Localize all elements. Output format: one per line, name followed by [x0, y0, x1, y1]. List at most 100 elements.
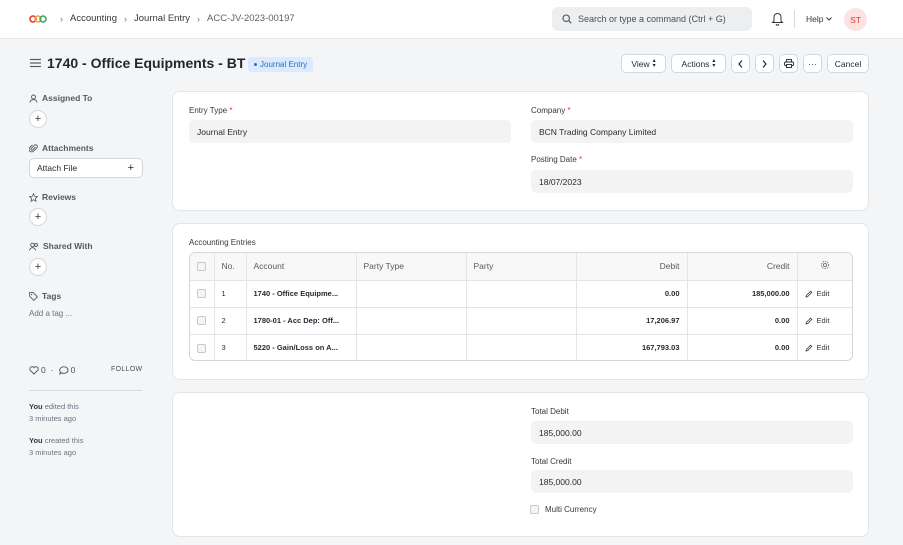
print-button[interactable] [779, 54, 798, 73]
column-header-no: No. [214, 253, 247, 281]
pencil-icon [804, 290, 812, 298]
row-party[interactable] [466, 280, 577, 308]
row-debit[interactable]: 17,206.97 [576, 307, 688, 335]
posting-date-label: Posting Date * [531, 155, 582, 164]
entry-details-section: Entry Type * Journal Entry Company * BCN… [172, 91, 869, 211]
add-share-button[interactable]: + [29, 258, 47, 276]
chevron-right-icon [762, 59, 767, 68]
multi-currency-checkbox[interactable]: Multi Currency [530, 505, 597, 514]
accounting-entries-table: No. Account Party Type Party Debit Credi… [189, 252, 853, 361]
row-account[interactable]: 1740 - Office Equipme... [246, 280, 357, 308]
actions-button[interactable]: Actions ▴ ▾ [671, 54, 726, 73]
total-credit-field[interactable]: 185,000.00 [531, 470, 853, 493]
chevron-down-icon [826, 17, 833, 21]
row-checkbox[interactable] [190, 307, 215, 335]
row-credit[interactable]: 185,000.00 [687, 280, 798, 308]
column-header-party-type: Party Type [356, 253, 467, 281]
row-edit-button[interactable]: Edit [797, 280, 852, 308]
row-debit[interactable]: 167,793.03 [576, 334, 688, 360]
select-all-checkbox[interactable] [190, 253, 215, 281]
row-credit[interactable]: 0.00 [687, 334, 798, 360]
next-button[interactable] [755, 54, 774, 73]
navbar: › Accounting › Journal Entry › ACC-JV-20… [0, 0, 903, 39]
entry-type-field[interactable]: Journal Entry [189, 120, 511, 143]
company-label-text: Company [531, 106, 566, 115]
required-mark: * [579, 155, 583, 164]
sidebar-divider [29, 390, 142, 391]
comment-icon[interactable] [58, 365, 69, 375]
row-party-type[interactable] [356, 334, 467, 360]
posting-date-label-text: Posting Date [531, 155, 577, 164]
row-account[interactable]: 1780-01 - Acc Dep: Off... [246, 307, 357, 335]
search-input[interactable]: Search or type a command (Ctrl + G) [552, 7, 752, 31]
row-credit[interactable]: 0.00 [687, 307, 798, 335]
row-party-type[interactable] [356, 280, 467, 308]
row-debit[interactable]: 0.00 [576, 280, 688, 308]
add-assignee-button[interactable]: + [29, 110, 47, 128]
attachments-label: Attachments [42, 143, 94, 153]
cancel-button-label: Cancel [834, 58, 862, 69]
breadcrumb-document[interactable]: ACC-JV-2023-00197 [207, 13, 295, 24]
row-account[interactable]: 5220 - Gain/Loss on A... [246, 334, 357, 360]
help-dropdown[interactable]: Help [806, 14, 833, 24]
add-tag-link[interactable]: Add a tag ... [29, 309, 72, 318]
activity-time: 3 minutes ago [29, 448, 77, 457]
edit-label: Edit [816, 343, 830, 353]
previous-button[interactable] [731, 54, 750, 73]
select-arrows-icon: ▴ ▾ [652, 57, 656, 69]
tags-heading: Tags [29, 291, 61, 301]
breadcrumb: › Accounting › Journal Entry › ACC-JV-20… [53, 13, 295, 24]
row-party[interactable] [466, 307, 577, 335]
plus-icon: + [127, 162, 134, 174]
activity-user: You [29, 402, 43, 411]
shared-with-label: Shared With [43, 241, 93, 251]
printer-icon [783, 59, 794, 68]
attach-file-button[interactable]: Attach File + [29, 158, 143, 178]
add-review-button[interactable]: + [29, 208, 47, 226]
total-debit-field[interactable]: 185,000.00 [531, 421, 853, 444]
activity-item: You edited this 3 minutes ago [29, 401, 79, 425]
users-icon [29, 242, 38, 251]
table-header-row: No. Account Party Type Party Debit Credi… [190, 253, 852, 281]
posting-date-field[interactable]: 18/07/2023 [531, 170, 853, 193]
assigned-to-label: Assigned To [42, 93, 93, 103]
app-logo-icon[interactable] [29, 13, 47, 25]
row-edit-button[interactable]: Edit [797, 334, 852, 360]
row-edit-button[interactable]: Edit [797, 307, 852, 335]
breadcrumb-accounting[interactable]: Accounting [70, 13, 117, 24]
table-row[interactable]: 3 5220 - Gain/Loss on A... 167,793.03 0.… [190, 334, 852, 360]
edit-label: Edit [816, 316, 830, 325]
sidebar-toggle-icon[interactable] [30, 58, 41, 68]
attachments-heading: Attachments [29, 143, 93, 153]
activity-time: 3 minutes ago [29, 414, 77, 423]
row-party-type[interactable] [356, 307, 467, 335]
heart-icon[interactable] [29, 365, 39, 375]
column-header-credit: Credit [687, 253, 798, 281]
checkbox-icon [197, 316, 206, 326]
search-icon [562, 14, 572, 24]
view-button[interactable]: View ▴ ▾ [621, 54, 666, 73]
column-settings-button[interactable] [797, 253, 852, 281]
plus-icon: + [34, 261, 42, 273]
row-checkbox[interactable] [190, 280, 215, 308]
more-button[interactable]: ··· [803, 54, 822, 73]
view-button-label: View [631, 58, 650, 69]
cancel-button[interactable]: Cancel [827, 54, 869, 73]
table-row[interactable]: 1 1740 - Office Equipme... 0.00 185,000.… [190, 280, 852, 308]
row-party[interactable] [466, 334, 577, 360]
likes-comments: 0 · 0 [29, 365, 75, 375]
notification-bell-icon[interactable] [771, 11, 784, 26]
plus-icon: + [34, 211, 42, 223]
company-field[interactable]: BCN Trading Company Limited [531, 120, 853, 143]
avatar[interactable]: ST [844, 8, 867, 31]
follow-button[interactable]: FOLLOW [111, 366, 142, 373]
breadcrumb-journal-entry[interactable]: Journal Entry [134, 13, 190, 24]
row-checkbox[interactable] [190, 334, 215, 360]
column-header-debit: Debit [576, 253, 688, 281]
required-mark: * [567, 106, 571, 115]
gear-icon [820, 261, 829, 270]
reviews-heading: Reviews [29, 192, 76, 202]
checkbox-icon [197, 343, 206, 353]
table-row[interactable]: 2 1780-01 - Acc Dep: Off... 17,206.97 0.… [190, 307, 852, 335]
paperclip-icon [29, 143, 38, 152]
